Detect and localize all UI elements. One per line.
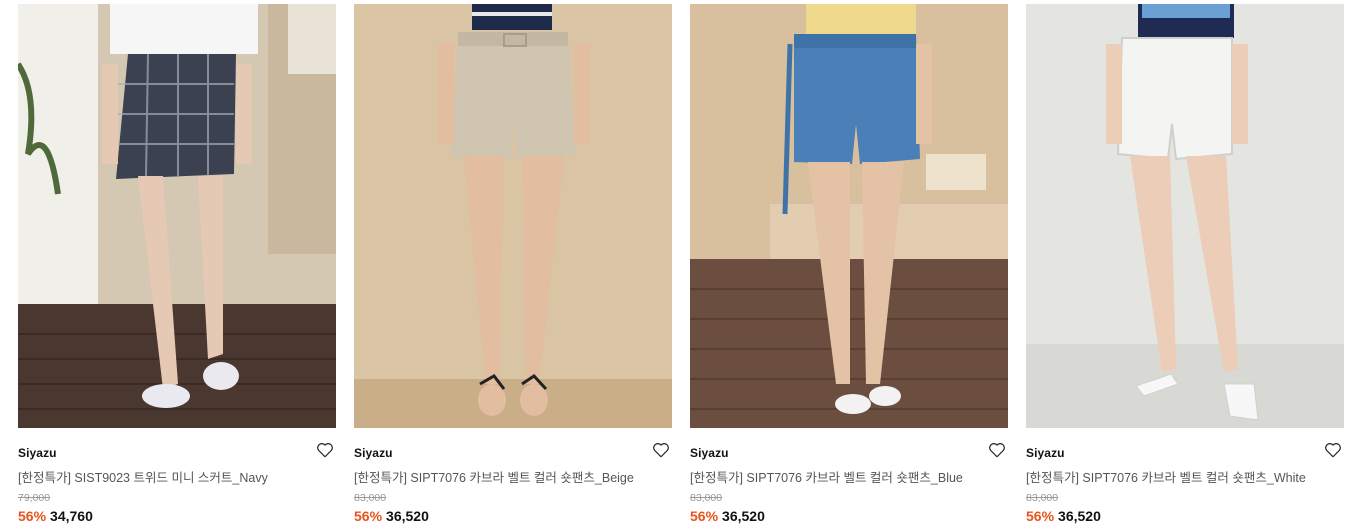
- discount-rate: 56%: [690, 508, 719, 524]
- discount-rate: 56%: [1026, 508, 1055, 524]
- product-title[interactable]: [한정특가] SIPT7076 카브라 벨트 컬러 숏팬츠_White: [1026, 467, 1316, 486]
- price-line: 56% 36,520: [690, 508, 765, 524]
- sale-price: 36,520: [722, 508, 765, 524]
- brand-name[interactable]: Siyazu: [1026, 446, 1065, 460]
- price-line: 56% 34,760: [18, 508, 93, 524]
- product-image[interactable]: [18, 4, 336, 428]
- original-price: 83,000: [690, 492, 723, 504]
- product-card[interactable]: Siyazu [한정특가] SIPT7076 카브라 벨트 컬러 숏팬츠_Whi…: [1026, 0, 1344, 530]
- sale-price: 34,760: [50, 508, 93, 524]
- brand-name[interactable]: Siyazu: [354, 446, 393, 460]
- sale-price: 36,520: [386, 508, 429, 524]
- sale-price: 36,520: [1058, 508, 1101, 524]
- wishlist-heart-icon[interactable]: [316, 441, 334, 459]
- product-image[interactable]: [690, 4, 1008, 428]
- product-title[interactable]: [한정특가] SIST9023 트위드 미니 스커트_Navy: [18, 467, 308, 486]
- brand-name[interactable]: Siyazu: [690, 446, 729, 460]
- original-price: 83,000: [1026, 492, 1059, 504]
- original-price: 83,000: [354, 492, 387, 504]
- wishlist-heart-icon[interactable]: [988, 441, 1006, 459]
- product-grid: Siyazu [한정특가] SIST9023 트위드 미니 스커트_Navy 7…: [0, 0, 1349, 530]
- brand-name[interactable]: Siyazu: [18, 446, 57, 460]
- price-line: 56% 36,520: [1026, 508, 1101, 524]
- product-title[interactable]: [한정특가] SIPT7076 카브라 벨트 컬러 숏팬츠_Blue: [690, 467, 980, 486]
- discount-rate: 56%: [354, 508, 383, 524]
- wishlist-heart-icon[interactable]: [652, 441, 670, 459]
- wishlist-heart-icon[interactable]: [1324, 441, 1342, 459]
- original-price: 79,000: [18, 492, 51, 504]
- product-title[interactable]: [한정특가] SIPT7076 카브라 벨트 컬러 숏팬츠_Beige: [354, 467, 644, 486]
- product-image[interactable]: [1026, 4, 1344, 428]
- product-image[interactable]: [354, 4, 672, 428]
- price-line: 56% 36,520: [354, 508, 429, 524]
- product-card[interactable]: Siyazu [한정특가] SIPT7076 카브라 벨트 컬러 숏팬츠_Blu…: [690, 0, 1008, 530]
- discount-rate: 56%: [18, 508, 47, 524]
- product-card[interactable]: Siyazu [한정특가] SIST9023 트위드 미니 스커트_Navy 7…: [18, 0, 336, 530]
- product-card[interactable]: Siyazu [한정특가] SIPT7076 카브라 벨트 컬러 숏팬츠_Bei…: [354, 0, 672, 530]
